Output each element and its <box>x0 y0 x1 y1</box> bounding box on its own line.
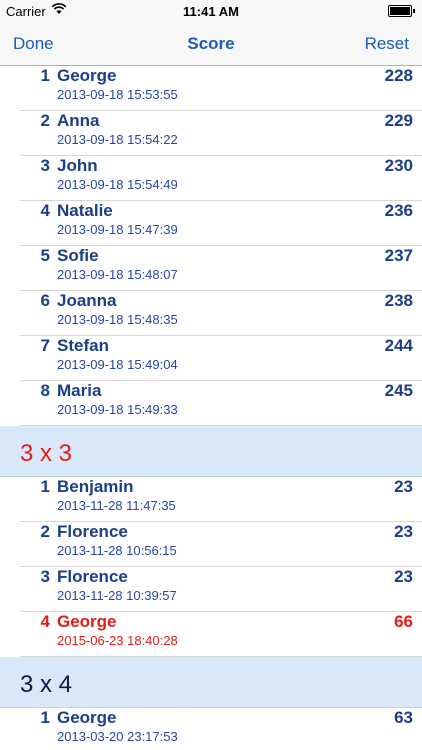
section-header: 3 x 4 <box>0 657 422 708</box>
player-name: George <box>57 708 117 727</box>
score-row[interactable]: 3 Florence 2013-11-28 10:39:57 23 <box>0 567 422 612</box>
score-value: 229 <box>384 111 413 130</box>
score-list[interactable]: 1 George 2013-09-18 15:53:55 228 2 Anna 2013-0… <box>0 66 422 750</box>
player-name: Florence <box>57 567 128 586</box>
player-name: Joanna <box>57 291 117 310</box>
status-bar: Carrier 11:41 AM <box>0 0 422 22</box>
rank-number: 2 <box>40 111 50 130</box>
rank-number: 1 <box>40 66 50 85</box>
player-name: Benjamin <box>57 477 134 496</box>
score-value: 245 <box>384 381 413 400</box>
score-row[interactable]: 1 George 2013-09-18 15:53:55 228 <box>0 66 422 111</box>
score-date: 2013-09-18 15:54:22 <box>57 132 178 147</box>
player-name: Sofie <box>57 246 99 265</box>
score-date: 2013-03-20 23:17:53 <box>57 729 178 744</box>
score-row[interactable]: 4 Natalie 2013-09-18 15:47:39 236 <box>0 201 422 246</box>
score-value: 236 <box>384 201 413 220</box>
score-date: 2013-09-18 15:54:49 <box>57 177 178 192</box>
reset-button[interactable]: Reset <box>365 34 409 54</box>
player-name: George <box>57 66 117 85</box>
rank-number: 4 <box>40 612 50 631</box>
score-date: 2013-09-18 15:47:39 <box>57 222 178 237</box>
score-value: 66 <box>394 612 413 631</box>
score-date: 2013-11-28 10:56:15 <box>57 543 177 558</box>
score-row[interactable]: 5 Sofie 2013-09-18 15:48:07 237 <box>0 246 422 291</box>
score-value: 23 <box>394 477 413 496</box>
rank-number: 2 <box>40 522 50 541</box>
score-row[interactable]: 2 Florence 2013-11-28 10:56:15 23 <box>0 522 422 567</box>
clock: 11:41 AM <box>183 4 239 19</box>
section-header: 3 x 3 <box>0 426 422 477</box>
section-title: 3 x 3 <box>20 440 73 467</box>
score-row[interactable]: 7 Stefan 2013-09-18 15:49:04 244 <box>0 336 422 381</box>
score-date: 2013-09-18 15:49:04 <box>57 357 178 372</box>
player-name: John <box>57 156 98 175</box>
rank-number: 3 <box>40 567 50 586</box>
score-value: 23 <box>394 567 413 586</box>
rank-number: 1 <box>40 708 50 727</box>
player-name: Anna <box>57 111 100 130</box>
score-row[interactable]: 4 George 2015-06-23 18:40:28 66 <box>0 612 422 657</box>
score-date: 2013-09-18 15:53:55 <box>57 87 178 102</box>
battery-icon <box>388 5 415 17</box>
score-value: 244 <box>384 336 413 355</box>
score-row[interactable]: 1 Benjamin 2013-11-28 11:47:35 23 <box>0 477 422 522</box>
player-name: Maria <box>57 381 102 400</box>
score-row[interactable]: 1 George 2013-03-20 23:17:53 63 <box>0 708 422 750</box>
score-date: 2013-09-18 15:49:33 <box>57 402 178 417</box>
rank-number: 8 <box>40 381 50 400</box>
score-date: 2013-09-18 15:48:35 <box>57 312 178 327</box>
player-name: George <box>57 612 117 631</box>
score-value: 228 <box>384 66 413 85</box>
rank-number: 6 <box>40 291 50 310</box>
rank-number: 3 <box>40 156 50 175</box>
rank-number: 4 <box>40 201 50 220</box>
score-value: 23 <box>394 522 413 541</box>
page-title: Score <box>187 34 235 53</box>
player-name: Natalie <box>57 201 113 220</box>
score-date: 2015-06-23 18:40:28 <box>57 633 178 648</box>
player-name: Florence <box>57 522 128 541</box>
score-row[interactable]: 6 Joanna 2013-09-18 15:48:35 238 <box>0 291 422 336</box>
score-value: 230 <box>384 156 413 175</box>
score-date: 2013-09-18 15:48:07 <box>57 267 178 282</box>
score-value: 63 <box>394 708 413 727</box>
score-value: 237 <box>384 246 413 265</box>
score-row[interactable]: 3 John 2013-09-18 15:54:49 230 <box>0 156 422 201</box>
score-row[interactable]: 2 Anna 2013-09-18 15:54:22 229 <box>0 111 422 156</box>
score-row[interactable]: 8 Maria 2013-09-18 15:49:33 245 <box>0 381 422 426</box>
score-date: 2013-11-28 10:39:57 <box>57 588 177 603</box>
rank-number: 1 <box>40 477 50 496</box>
rank-number: 5 <box>40 246 50 265</box>
rank-number: 7 <box>40 336 50 355</box>
score-value: 238 <box>384 291 413 310</box>
score-date: 2013-11-28 11:47:35 <box>57 498 176 513</box>
navigation-bar: Done Score Reset <box>0 22 422 66</box>
player-name: Stefan <box>57 336 109 355</box>
section-title: 3 x 4 <box>20 671 73 698</box>
